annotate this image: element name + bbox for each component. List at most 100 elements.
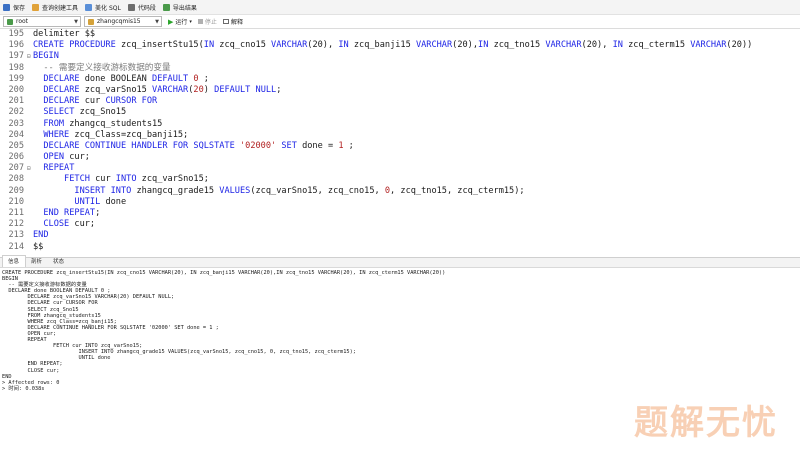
sql-keyword: WHERE [33, 129, 70, 140]
database-select[interactable]: zhangcqmis15 ▼ [84, 16, 162, 27]
query-builder-button[interactable]: 查询创建工具 [32, 1, 78, 14]
sql-token: done = [296, 140, 339, 151]
code-line[interactable]: 213 END [0, 230, 800, 241]
code-line[interactable]: 199 DECLARE done BOOLEAN DEFAULT 0 ; [0, 74, 800, 85]
sql-keyword: UNTIL [33, 196, 101, 207]
save-button[interactable]: 保存 [3, 1, 25, 14]
line-number: 213 [8, 230, 24, 241]
sql-token: $$ [33, 241, 44, 252]
sql-token: (20)) [726, 40, 753, 51]
sql-token: cur; [64, 152, 90, 163]
line-number: 211 [8, 208, 24, 218]
output-line: > 时间: 0.038s [2, 385, 45, 392]
code-text: DECLARE cur CURSOR FOR [33, 96, 157, 107]
code-line[interactable]: 196 CREATE PROCEDURE zcq_insertStu15( IN z… [0, 40, 800, 51]
line-number: 207 [8, 163, 24, 174]
code-line[interactable]: 208 FETCH cur INTO zcq_varSno15; [0, 174, 800, 185]
code-line[interactable]: 205 DECLARE CONTINUE HANDLER FOR SQLSTAT… [0, 141, 800, 152]
code-line[interactable]: 212 CLOSE cur; [0, 219, 800, 230]
code-snippet-button[interactable]: 代码段 [127, 1, 156, 14]
code-line[interactable]: 209 INSERT INTO zhangcq_grade15 VALUES(z… [0, 186, 800, 197]
chevron-down-icon: ▾ [189, 18, 192, 25]
code-line[interactable]: 195 delimiter $$ [0, 29, 800, 40]
code-line[interactable]: 204 WHERE zcq_Class=zcq_banji15; [0, 130, 800, 141]
line-number: 198 [8, 62, 24, 73]
sql-keyword: FROM [33, 118, 65, 129]
code-text: SELECT zcq_Sno15 [33, 107, 126, 118]
code-line[interactable]: 207 ⊟ REPEAT [0, 163, 800, 174]
connection-select[interactable]: root ▼ [3, 16, 81, 27]
line-number: 204 [8, 129, 24, 140]
code-text: FROM zhangcq_students15 [33, 119, 162, 130]
database-value: zhangcqmis15 [97, 18, 141, 25]
sql-keyword: VARCHAR [152, 84, 189, 95]
sql-token: (20), [452, 40, 479, 51]
stop-button[interactable]: 停止 [197, 17, 217, 26]
connection-icon [7, 18, 13, 25]
line-number: 208 [8, 174, 24, 185]
sql-keyword: INSERT INTO [33, 185, 132, 196]
code-line[interactable]: 203 FROM zhangcq_students15 [0, 119, 800, 130]
sql-keyword: IN [478, 40, 489, 51]
sql-literal: 20 [193, 84, 204, 95]
export-icon [162, 3, 170, 11]
line-number: 196 [8, 40, 24, 51]
sql-token: zcq_banji15 [348, 40, 416, 51]
sql-token: ; [198, 73, 209, 84]
code-text: END [33, 230, 49, 241]
export-button[interactable]: 导出结果 [162, 1, 197, 14]
sql-token: zcq_Sno15 [74, 107, 127, 118]
code-text: DECLARE zcq_varSno15 VARCHAR(20) DEFAULT… [33, 85, 281, 96]
sql-keyword: VARCHAR [545, 40, 582, 51]
sql-token: zcq_Class=zcq_banji15; [69, 129, 189, 140]
sql-keyword: VARCHAR [271, 40, 308, 51]
sql-token: (zcq_varSno15, zcq_cno15, [250, 185, 385, 196]
code-text: CREATE PROCEDURE zcq_insertStu15( IN zcq_… [33, 40, 752, 51]
sql-token: delimiter $$ [33, 29, 96, 39]
line-number: 202 [8, 107, 24, 118]
code-line[interactable]: 198 -- 需要定义接收游标数据的变量 [0, 63, 800, 74]
sql-token: zcq_tno15 [488, 40, 546, 51]
code-line[interactable]: 210 UNTIL done [0, 197, 800, 208]
connection-bar: root ▼ zhangcqmis15 ▼ ▶ 运行 ▾ 停止 解释 [0, 15, 800, 29]
code-line[interactable]: 206 OPEN cur; [0, 152, 800, 163]
run-button[interactable]: ▶ 运行 ▾ [168, 17, 192, 27]
sql-keyword: SELECT [33, 107, 75, 118]
line-number: 212 [8, 219, 24, 230]
database-icon [88, 18, 94, 25]
sql-keyword: FETCH [33, 174, 90, 185]
beautify-button[interactable]: 美化 SQL [85, 1, 121, 14]
code-line[interactable]: 197 ⊟ BEGIN [0, 51, 800, 62]
code-line[interactable]: 211 END REPEAT; [0, 208, 800, 219]
result-tab[interactable]: 剖析 [26, 256, 48, 267]
code-line[interactable]: 201 DECLARE cur CURSOR FOR [0, 96, 800, 107]
sql-token: cur [89, 174, 116, 185]
sql-keyword: CREATE PROCEDURE [33, 40, 116, 51]
line-number: 195 [8, 29, 24, 39]
line-number: 209 [8, 185, 24, 196]
code-line[interactable]: 200 DECLARE zcq_varSno15 VARCHAR(20) DEF… [0, 85, 800, 96]
sql-keyword: DECLARE [33, 84, 80, 95]
result-tab[interactable]: 信息 [2, 255, 27, 267]
sql-token: (20), [581, 40, 613, 51]
explain-icon [222, 19, 229, 24]
sql-keyword: VARCHAR [415, 40, 453, 51]
sql-keyword: DECLARE [33, 73, 80, 84]
chevron-down-icon: ▼ [74, 19, 78, 25]
sql-keyword: IN [612, 40, 623, 51]
sql-token: zcq_insertStu15( [115, 40, 204, 51]
watermark: 题解无忧 [634, 403, 778, 443]
code-text: -- 需要定义接收游标数据的变量 [33, 63, 170, 74]
sql-editor[interactable]: 195 delimiter $$ 196 CREATE PROCEDURE zcq_i… [0, 29, 800, 255]
line-number: 200 [8, 84, 24, 95]
play-icon: ▶ [168, 17, 174, 26]
explain-button[interactable]: 解释 [222, 17, 243, 26]
chevron-down-icon: ▼ [155, 19, 159, 25]
code-text: CLOSE cur; [33, 219, 95, 230]
code-text: WHERE zcq_Class=zcq_banji15; [33, 130, 188, 141]
result-tab[interactable]: 状态 [48, 256, 70, 267]
code-line[interactable]: 202 SELECT zcq_Sno15 [0, 107, 800, 118]
sql-keyword: DECLARE CONTINUE HANDLER FOR SQLSTATE [33, 140, 235, 151]
line-number: 214 [8, 241, 24, 252]
code-line[interactable]: 214 $$ [0, 242, 800, 253]
